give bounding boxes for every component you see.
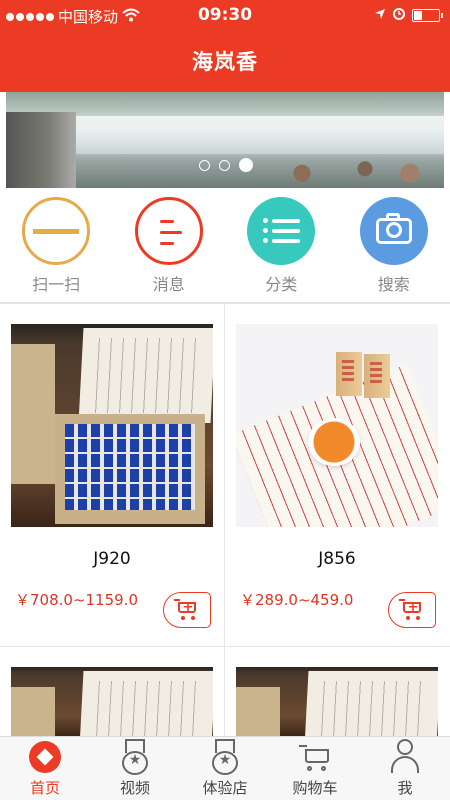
product-image[interactable]: [236, 667, 438, 737]
product-image[interactable]: [11, 667, 213, 737]
quick-menu: 扫一扫 消息 分类 搜索: [0, 190, 450, 302]
banner-carousel[interactable]: [6, 92, 444, 188]
medal-icon: ★: [119, 739, 151, 775]
tab-cart[interactable]: 购物车: [270, 737, 360, 800]
bottom-tab-bar: 首页 ★ 视频 ★ 体验店 购物车 我: [0, 736, 450, 800]
product-name: J920: [93, 549, 131, 569]
alarm-icon: [392, 6, 406, 24]
scan-icon: [22, 197, 90, 265]
add-to-cart-button[interactable]: +: [163, 592, 211, 628]
user-icon: [389, 739, 421, 773]
product-price: ￥708.0~1159.0: [15, 591, 138, 609]
tab-label: 视频: [119, 779, 150, 797]
tab-experience-store[interactable]: ★ 体验店: [180, 737, 270, 800]
menu-item-message[interactable]: 消息: [113, 190, 226, 302]
menu-item-label: 分类: [265, 275, 298, 294]
message-icon: [134, 197, 203, 265]
tab-me[interactable]: 我: [360, 737, 450, 800]
product-name: J856: [318, 549, 356, 569]
camera-search-icon: [359, 197, 428, 265]
product-card[interactable]: J856 ￥289.0~459.0 +: [225, 304, 449, 646]
cart-icon: [299, 739, 331, 773]
add-to-cart-button[interactable]: +: [388, 592, 436, 628]
banner-image-rocks: [266, 160, 444, 182]
status-right: [374, 6, 443, 24]
carousel-pager: [199, 158, 253, 172]
tab-label: 购物车: [292, 779, 338, 797]
product-image[interactable]: [11, 324, 213, 527]
product-card[interactable]: [0, 647, 224, 737]
tab-label: 首页: [29, 779, 60, 797]
menu-item-label: 消息: [152, 275, 185, 294]
page-title: 海岚香: [192, 50, 258, 74]
pager-dot[interactable]: [219, 159, 230, 171]
app-header: 中国移动 09:30 海岚香: [0, 0, 450, 92]
banner-image-wall: [6, 112, 76, 188]
product-image[interactable]: [236, 324, 438, 527]
menu-item-label: 扫一扫: [32, 275, 81, 294]
battery-icon: [412, 8, 443, 22]
menu-item-category[interactable]: 分类: [225, 190, 338, 302]
location-icon: [374, 6, 386, 24]
menu-item-label: 搜索: [377, 275, 410, 294]
tab-label: 体验店: [202, 779, 248, 797]
menu-item-search[interactable]: 搜索: [338, 190, 450, 302]
pager-dot-active[interactable]: [239, 158, 253, 172]
product-card[interactable]: [225, 647, 449, 737]
menu-item-scan[interactable]: 扫一扫: [0, 190, 113, 302]
tab-home[interactable]: 首页: [0, 737, 90, 800]
pager-dot[interactable]: [199, 159, 210, 171]
status-bar: 中国移动 09:30: [0, 0, 450, 30]
banner-image-water: [76, 116, 444, 154]
tab-label: 我: [397, 779, 413, 797]
category-list-icon: [247, 197, 315, 265]
product-card[interactable]: J920 ￥708.0~1159.0 +: [0, 304, 224, 646]
home-icon: [29, 739, 61, 773]
tab-video[interactable]: ★ 视频: [90, 737, 180, 800]
medal-icon: ★: [209, 739, 241, 775]
product-price: ￥289.0~459.0: [240, 591, 354, 609]
